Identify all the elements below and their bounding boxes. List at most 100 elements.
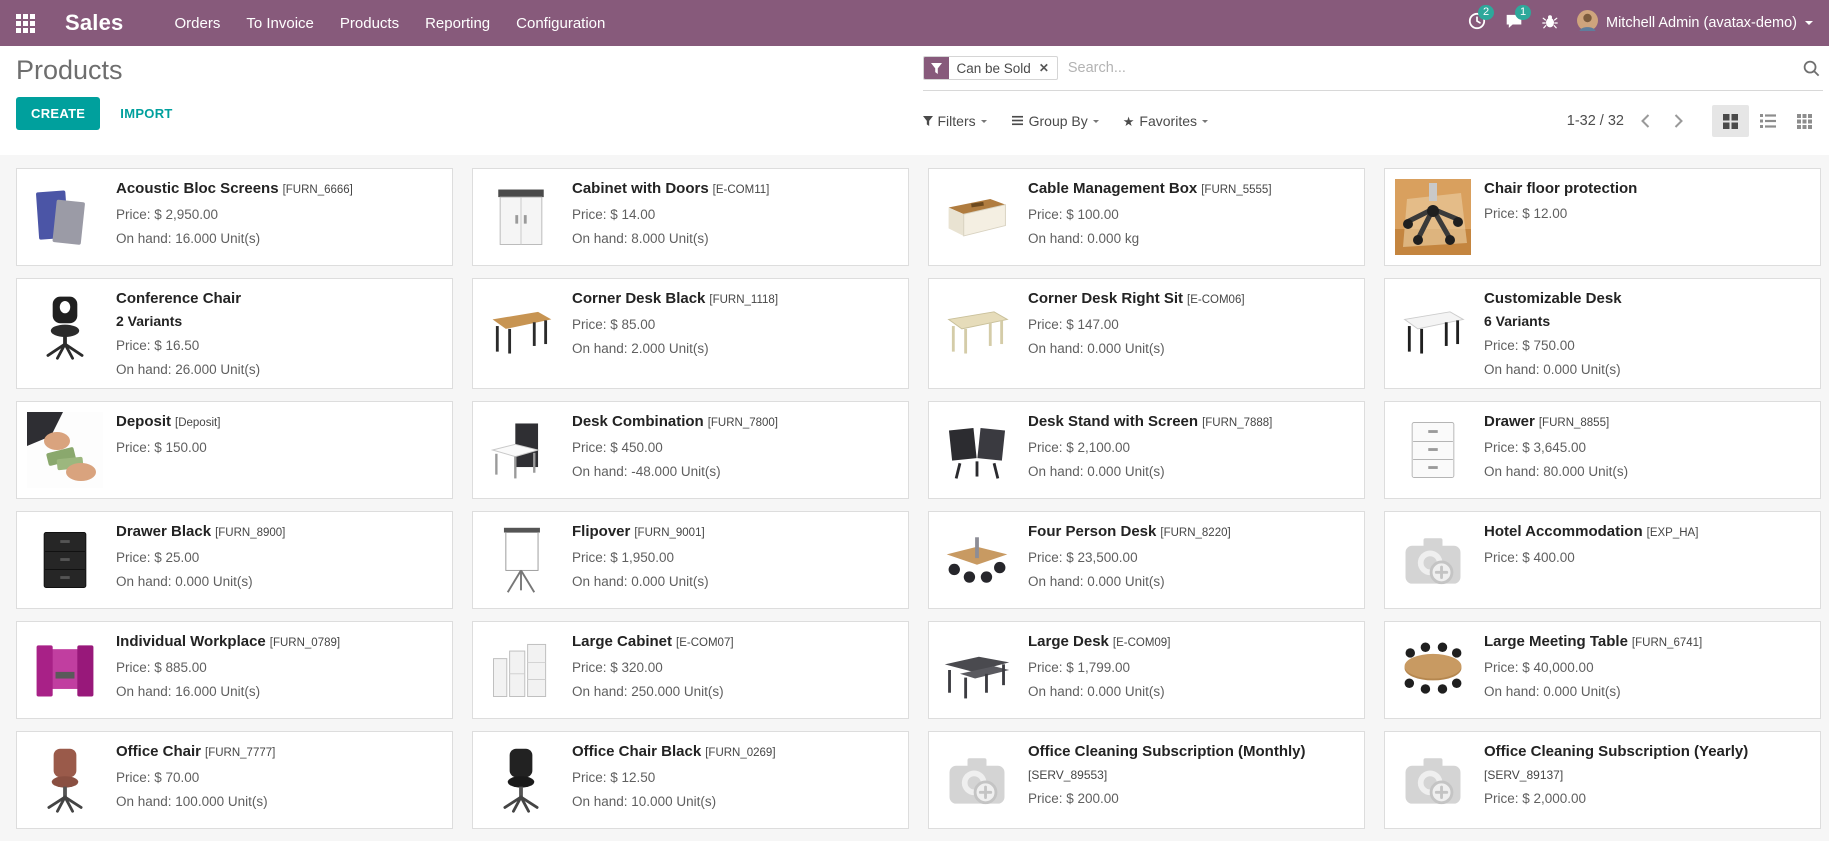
import-button[interactable]: IMPORT: [120, 106, 172, 121]
product-card[interactable]: Chair floor protection Price: $ 12.00: [1384, 168, 1821, 266]
pager-next-icon[interactable]: [1667, 110, 1690, 132]
product-on-hand: On hand: 0.000 Unit(s): [1028, 573, 1354, 590]
product-on-hand: On hand: -48.000 Unit(s): [572, 463, 898, 480]
product-card[interactable]: Deposit[Deposit] Price: $ 150.00: [16, 401, 453, 499]
product-image: [483, 522, 559, 598]
chevron-down-icon: [1093, 120, 1099, 126]
product-image: [27, 179, 103, 255]
product-card[interactable]: Acoustic Bloc Screens[FURN_6666] Price: …: [16, 168, 453, 266]
product-title: Customizable Desk: [1484, 290, 1622, 307]
product-card[interactable]: Large Meeting Table[FURN_6741] Price: $ …: [1384, 621, 1821, 719]
product-title: Office Cleaning Subscription (Monthly): [1028, 743, 1306, 760]
list-view-button[interactable]: [1749, 105, 1786, 137]
menu-products[interactable]: Products: [327, 0, 412, 46]
product-price: Price: $ 400.00: [1484, 549, 1810, 566]
product-price: Price: $ 320.00: [572, 659, 898, 676]
group-by-dropdown[interactable]: Group By: [1011, 113, 1099, 129]
product-card[interactable]: Large Desk[E-COM09] Price: $ 1,799.00 On…: [928, 621, 1365, 719]
grid-view-button[interactable]: [1786, 105, 1823, 137]
product-code: [FURN_8220]: [1160, 527, 1230, 539]
product-price: Price: $ 1,950.00: [572, 549, 898, 566]
product-code: [FURN_0269]: [705, 747, 775, 759]
product-card[interactable]: Cabinet with Doors[E-COM11] Price: $ 14.…: [472, 168, 909, 266]
avatar: [1577, 10, 1598, 36]
apps-grid-icon[interactable]: [16, 14, 35, 33]
product-card[interactable]: Large Cabinet[E-COM07] Price: $ 320.00 O…: [472, 621, 909, 719]
systray: 2 1 Mitchell Admin (avatax-demo): [1468, 10, 1813, 36]
search-options-row: Filters Group By ★ Favorites 1-32 / 32: [923, 95, 1824, 147]
pager-previous-icon[interactable]: [1634, 110, 1657, 132]
product-card[interactable]: Corner Desk Black[FURN_1118] Price: $ 85…: [472, 278, 909, 389]
activities-count-badge: 2: [1478, 5, 1494, 20]
product-variants: 6 Variants: [1484, 313, 1810, 330]
product-price: Price: $ 12.00: [1484, 205, 1810, 222]
user-menu[interactable]: Mitchell Admin (avatax-demo): [1577, 10, 1813, 36]
search-input[interactable]: [1058, 60, 1802, 76]
product-price: Price: $ 12.50: [572, 769, 898, 786]
product-title: Office Chair Black: [572, 743, 701, 760]
create-button[interactable]: CREATE: [16, 97, 100, 130]
main-menu: Orders To Invoice Products Reporting Con…: [162, 0, 619, 46]
app-title[interactable]: Sales: [65, 10, 124, 36]
product-card[interactable]: Cable Management Box[FURN_5555] Price: $…: [928, 168, 1365, 266]
product-price: Price: $ 100.00: [1028, 206, 1354, 223]
product-card[interactable]: Desk Combination[FURN_7800] Price: $ 450…: [472, 401, 909, 499]
kanban-view: Acoustic Bloc Screens [FURN_6666] Price: …: [0, 155, 1829, 841]
search-icon[interactable]: [1802, 59, 1823, 78]
product-card[interactable]: Hotel Accommodation[EXP_HA] Price: $ 400…: [1384, 511, 1821, 609]
product-image: [1395, 522, 1471, 598]
product-price: Price: $ 150.00: [116, 439, 442, 456]
product-card[interactable]: Drawer Black[FURN_8900] Price: $ 25.00 O…: [16, 511, 453, 609]
product-on-hand: On hand: 0.000 Unit(s): [572, 573, 898, 590]
product-title: Large Cabinet: [572, 633, 672, 650]
search-bar: Can be Sold ✕: [923, 46, 1824, 91]
debug-button[interactable]: [1542, 13, 1558, 34]
menu-orders[interactable]: Orders: [162, 0, 234, 46]
menu-configuration[interactable]: Configuration: [503, 0, 618, 46]
product-card[interactable]: Office Chair[FURN_7777] Price: $ 70.00 O…: [16, 731, 453, 829]
product-title: Office Cleaning Subscription (Yearly): [1484, 743, 1748, 760]
product-title: Deposit: [116, 413, 171, 430]
pager-range[interactable]: 1-32 / 32: [1567, 113, 1624, 129]
product-code: [FURN_7800]: [708, 417, 778, 429]
activities-button[interactable]: 2: [1468, 12, 1486, 35]
product-card[interactable]: Office Cleaning Subscription (Monthly) […: [928, 731, 1365, 829]
menu-reporting[interactable]: Reporting: [412, 0, 503, 46]
product-card[interactable]: Flipover[FURN_9001] Price: $ 1,950.00 On…: [472, 511, 909, 609]
product-image: [939, 179, 1015, 255]
product-card[interactable]: Drawer[FURN_8855] Price: $ 3,645.00 On h…: [1384, 401, 1821, 499]
product-on-hand: On hand: 0.000 Unit(s): [1484, 683, 1810, 700]
product-price: Price: $ 85.00: [572, 316, 898, 333]
product-card[interactable]: Conference Chair 2 Variants Price: $ 16.…: [16, 278, 453, 389]
product-card[interactable]: Desk Stand with Screen[FURN_7888] Price:…: [928, 401, 1365, 499]
product-card[interactable]: Office Chair Black [FURN_0269] Price: $ 1…: [472, 731, 909, 829]
product-card[interactable]: Customizable Desk 6 Variants Price: $ 75…: [1384, 278, 1821, 389]
filters-dropdown[interactable]: Filters: [923, 113, 987, 129]
product-on-hand: On hand: 0.000 Unit(s): [1028, 463, 1354, 480]
product-card[interactable]: Individual Workplace[FURN_0789] Price: $…: [16, 621, 453, 719]
product-title: Acoustic Bloc Screens: [116, 180, 279, 197]
product-grid: Acoustic Bloc Screens [FURN_6666] Price: …: [16, 168, 1813, 841]
product-code: [FURN_9001]: [634, 527, 704, 539]
product-code: [FURN_6666]: [283, 184, 353, 196]
product-on-hand: On hand: 8.000 Unit(s): [572, 230, 898, 247]
product-card[interactable]: Corner Desk Right Sit[E-COM06] Price: $ …: [928, 278, 1365, 389]
messages-button[interactable]: 1: [1505, 12, 1523, 35]
messages-count-badge: 1: [1515, 5, 1531, 20]
top-navbar: Sales Orders To Invoice Products Reporti…: [0, 0, 1829, 46]
product-on-hand: On hand: 0.000 kg: [1028, 230, 1354, 247]
product-card[interactable]: Office Cleaning Subscription (Yearly) [S…: [1384, 731, 1821, 829]
product-image: [27, 412, 103, 488]
product-title: Four Person Desk: [1028, 523, 1156, 540]
product-card[interactable]: Four Person Desk [FURN_8220] Price: $ 23,…: [928, 511, 1365, 609]
product-image: [939, 632, 1015, 708]
facet-remove-icon[interactable]: ✕: [1039, 57, 1057, 79]
kanban-view-button[interactable]: [1712, 105, 1749, 137]
favorites-dropdown[interactable]: ★ Favorites: [1123, 113, 1208, 129]
control-panel: Products CREATE IMPORT Can be Sold ✕: [0, 46, 1829, 155]
product-image: [483, 179, 559, 255]
product-price: Price: $ 23,500.00: [1028, 549, 1354, 566]
product-price: Price: $ 16.50: [116, 337, 442, 354]
menu-to-invoice[interactable]: To Invoice: [233, 0, 327, 46]
product-on-hand: On hand: 80.000 Unit(s): [1484, 463, 1810, 480]
